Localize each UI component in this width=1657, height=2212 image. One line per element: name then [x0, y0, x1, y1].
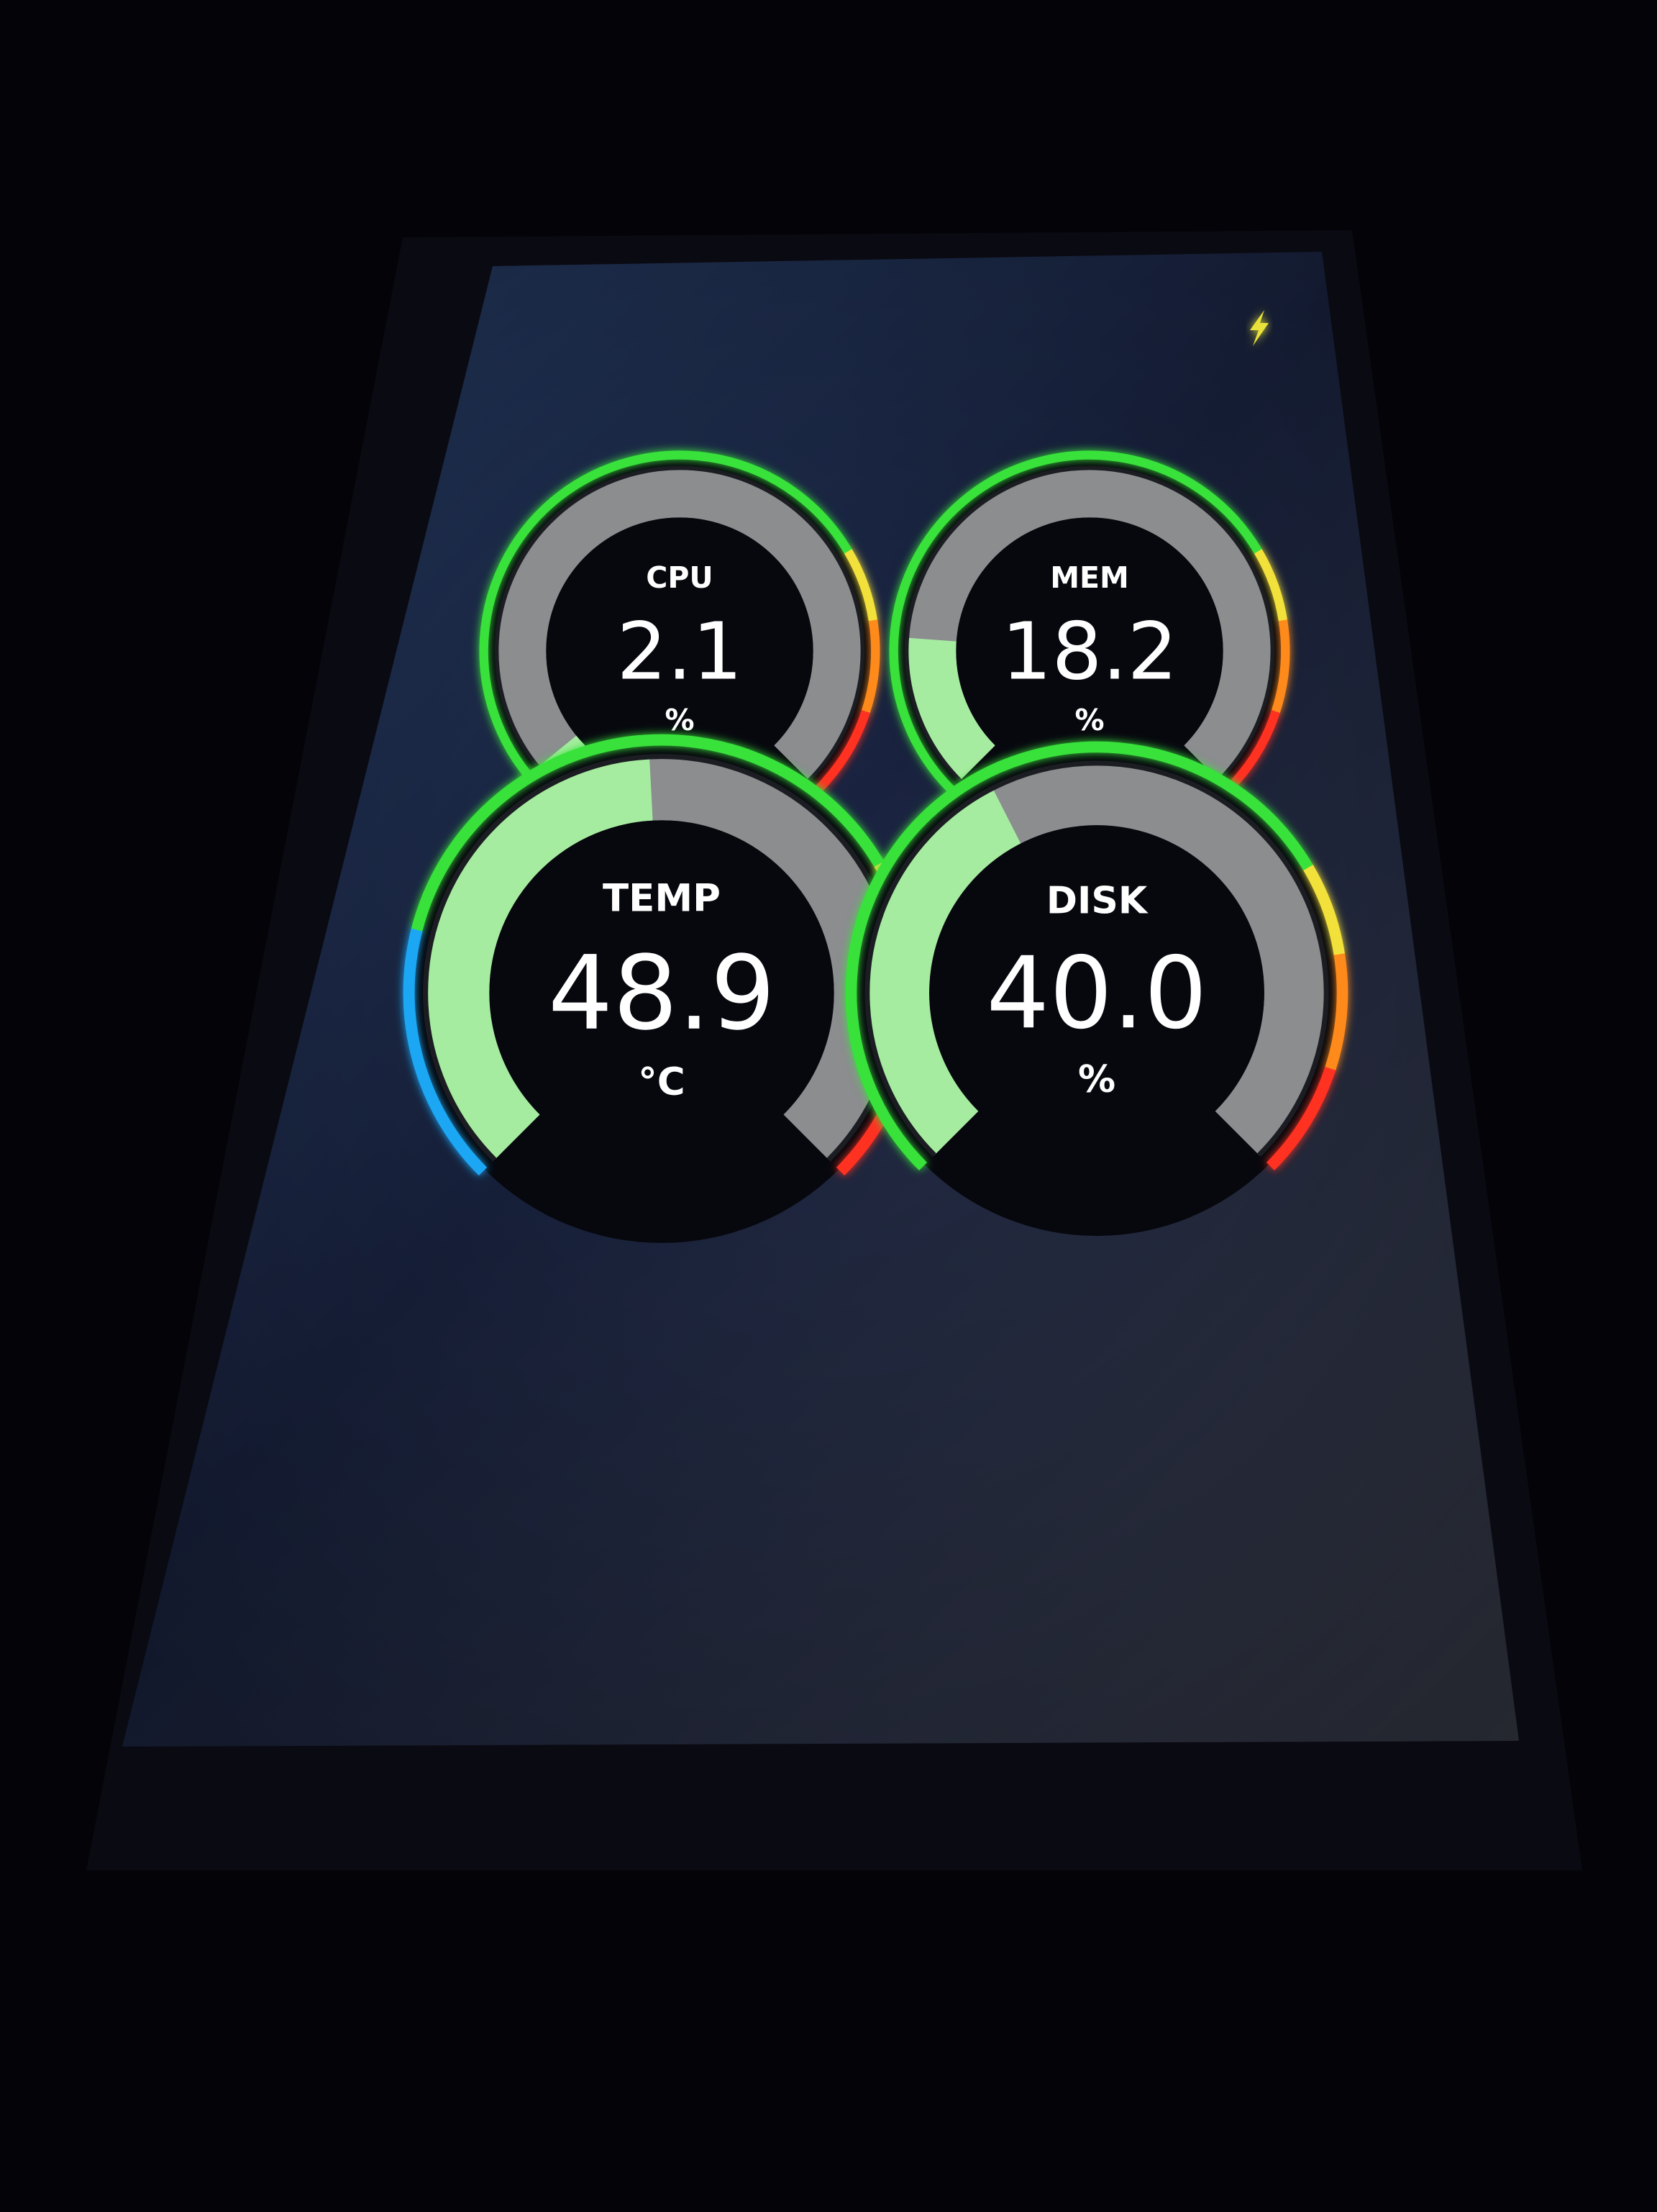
- gauge-label: DISK: [1046, 880, 1149, 923]
- gauge-label: MEM: [1050, 560, 1129, 595]
- gauge-disk: DISK 40.0%: [845, 741, 1348, 1237]
- gauge-label: CPU: [646, 560, 713, 595]
- gauge-value: 18.2: [1002, 606, 1178, 698]
- gauge-label: TEMP: [603, 876, 721, 920]
- device-photo: CPU 2.1% MEM 18.2% TEMP 48.9 °C DISK 40.0%: [0, 0, 1657, 2209]
- gauge-value: 40.0: [986, 935, 1207, 1051]
- gauge-unit: %: [665, 703, 694, 737]
- gauge-unit: %: [1074, 703, 1104, 737]
- gauge-value: 48.9: [548, 934, 775, 1053]
- gauge-unit: °C: [638, 1060, 685, 1104]
- gauge-temp: TEMP 48.9 °C: [403, 734, 921, 1243]
- screen-scene: CPU 2.1% MEM 18.2% TEMP 48.9 °C DISK 40.0%: [86, 230, 1582, 1870]
- gauge-value: 2.1: [617, 606, 743, 698]
- gauge-unit: %: [1078, 1058, 1115, 1101]
